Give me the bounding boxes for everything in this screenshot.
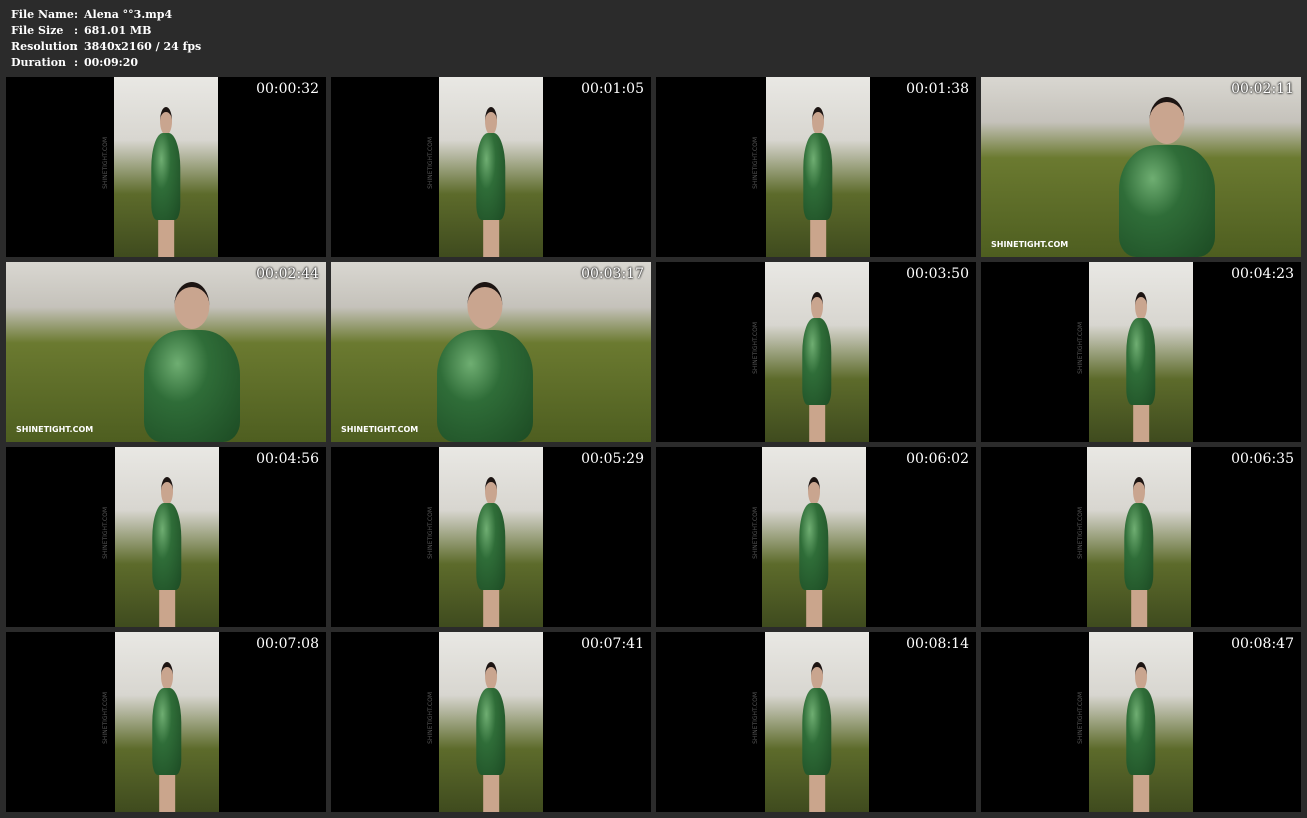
figure-image [468, 662, 514, 812]
thumbnail[interactable]: SHINETIGHT.COM 00:06:35 [981, 447, 1301, 627]
watermark-text: SHINETIGHT.COM [102, 692, 109, 744]
figure-image [144, 662, 190, 812]
timecode: 00:06:02 [906, 451, 969, 467]
thumbnail[interactable]: SHINETIGHT.COM 00:01:38 [656, 77, 976, 257]
info-separator: : [74, 56, 79, 69]
video-frame [981, 77, 1301, 257]
thumbnail[interactable]: SHINETIGHT.COM 00:04:23 [981, 262, 1301, 442]
info-row-file-name: File Name : Alena °°3.mp4 [11, 7, 201, 23]
timecode: 00:01:05 [581, 81, 644, 97]
timecode: 00:00:32 [256, 81, 319, 97]
thumbnail[interactable]: SHINETIGHT.COM 00:03:17 [331, 262, 651, 442]
video-frame [439, 447, 543, 627]
timecode: 00:08:14 [906, 636, 969, 652]
info-label: Duration [11, 56, 67, 69]
thumbnail[interactable]: SHINETIGHT.COM 00:04:56 [6, 447, 326, 627]
info-row-duration: Duration : 00:09:20 [11, 55, 201, 71]
thumbnail[interactable]: SHINETIGHT.COM 00:05:29 [331, 447, 651, 627]
video-frame [114, 77, 218, 257]
video-frame [115, 447, 219, 627]
video-frame [765, 262, 869, 442]
figure-image [1118, 292, 1164, 442]
figure-image [1116, 477, 1162, 627]
figure-image [112, 282, 272, 442]
video-frame [1089, 262, 1193, 442]
watermark-text: SHINETIGHT.COM [1077, 322, 1084, 374]
timecode: 00:04:56 [256, 451, 319, 467]
thumbnail[interactable]: SHINETIGHT.COM 00:08:47 [981, 632, 1301, 812]
video-frame [6, 262, 326, 442]
info-value: 00:09:20 [84, 56, 139, 69]
info-row-file-size: File Size : 681.01 MB [11, 23, 201, 39]
info-label: File Size [11, 24, 64, 37]
figure-image [794, 292, 840, 442]
figure-image [794, 662, 840, 812]
thumbnail[interactable]: SHINETIGHT.COM 00:06:02 [656, 447, 976, 627]
figure-image [795, 107, 841, 257]
timecode: 00:08:47 [1231, 636, 1294, 652]
figure-image [1118, 662, 1164, 812]
figure-image [405, 282, 565, 442]
thumbnail[interactable]: SHINETIGHT.COM 00:02:44 [6, 262, 326, 442]
info-value: 681.01 MB [84, 24, 152, 37]
thumbnail[interactable]: SHINETIGHT.COM 00:08:14 [656, 632, 976, 812]
info-row-resolution: Resolution : 3840x2160 / 24 fps [11, 39, 201, 55]
video-frame [765, 632, 869, 812]
watermark-text: SHINETIGHT.COM [102, 507, 109, 559]
watermark-text: SHINETIGHT.COM [752, 137, 759, 189]
thumbnail[interactable]: SHINETIGHT.COM 00:07:08 [6, 632, 326, 812]
figure-image [143, 107, 189, 257]
thumbnail[interactable]: SHINETIGHT.COM 00:03:50 [656, 262, 976, 442]
thumbnail[interactable]: SHINETIGHT.COM 00:02:11 [981, 77, 1301, 257]
watermark-text: SHINETIGHT.COM [991, 240, 1069, 249]
timecode: 00:02:44 [256, 266, 319, 282]
watermark-text: SHINETIGHT.COM [427, 692, 434, 744]
file-info-header: File Name : Alena °°3.mp4 File Size : 68… [11, 7, 201, 71]
timecode: 00:05:29 [581, 451, 644, 467]
info-value: Alena °°3.mp4 [84, 8, 173, 21]
thumbnail[interactable]: SHINETIGHT.COM 00:00:32 [6, 77, 326, 257]
info-value: 3840x2160 / 24 fps [84, 40, 202, 53]
info-separator: : [74, 8, 79, 21]
video-frame [115, 632, 219, 812]
watermark-text: SHINETIGHT.COM [1077, 507, 1084, 559]
video-frame [762, 447, 866, 627]
figure-image [791, 477, 837, 627]
watermark-text: SHINETIGHT.COM [1077, 692, 1084, 744]
timecode: 00:04:23 [1231, 266, 1294, 282]
watermark-text: SHINETIGHT.COM [752, 322, 759, 374]
video-frame [766, 77, 870, 257]
info-label: Resolution [11, 40, 78, 53]
video-frame [1089, 632, 1193, 812]
info-label: File Name [11, 8, 74, 21]
figure-image [144, 477, 190, 627]
thumbnail[interactable]: SHINETIGHT.COM 00:01:05 [331, 77, 651, 257]
video-frame [331, 262, 651, 442]
timecode: 00:03:50 [906, 266, 969, 282]
video-frame [439, 632, 543, 812]
watermark-text: SHINETIGHT.COM [341, 425, 419, 434]
watermark-text: SHINETIGHT.COM [427, 507, 434, 559]
timecode: 00:02:11 [1231, 81, 1294, 97]
watermark-text: SHINETIGHT.COM [752, 507, 759, 559]
video-frame [1087, 447, 1191, 627]
thumbnail[interactable]: SHINETIGHT.COM 00:07:41 [331, 632, 651, 812]
timecode: 00:01:38 [906, 81, 969, 97]
figure-image [1087, 97, 1247, 257]
watermark-text: SHINETIGHT.COM [752, 692, 759, 744]
figure-image [468, 107, 514, 257]
watermark-text: SHINETIGHT.COM [427, 137, 434, 189]
watermark-text: SHINETIGHT.COM [16, 425, 94, 434]
thumbnail-grid: SHINETIGHT.COM 00:00:32 SHINETIGHT.COM 0… [6, 77, 1301, 812]
timecode: 00:07:08 [256, 636, 319, 652]
info-separator: : [74, 40, 79, 53]
timecode: 00:03:17 [581, 266, 644, 282]
video-frame [439, 77, 543, 257]
watermark-text: SHINETIGHT.COM [102, 137, 109, 189]
info-separator: : [74, 24, 79, 37]
timecode: 00:07:41 [581, 636, 644, 652]
figure-image [468, 477, 514, 627]
timecode: 00:06:35 [1231, 451, 1294, 467]
